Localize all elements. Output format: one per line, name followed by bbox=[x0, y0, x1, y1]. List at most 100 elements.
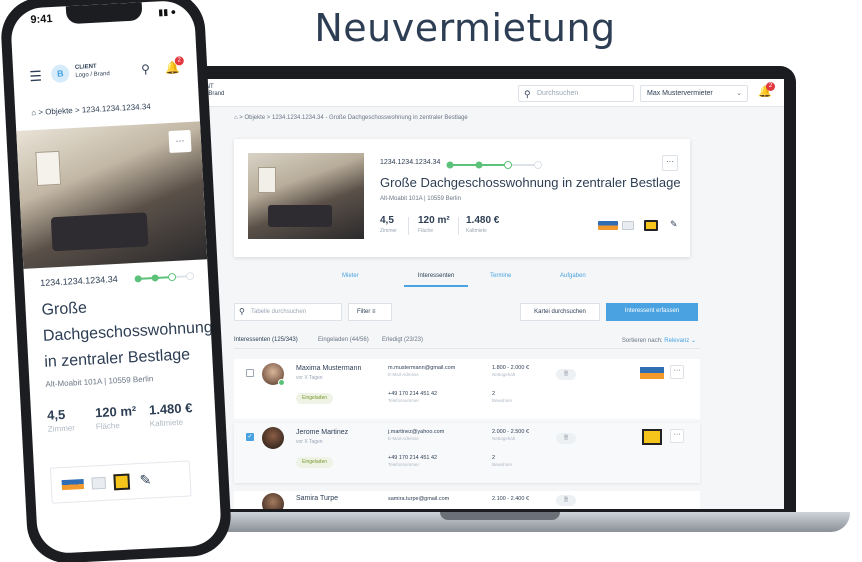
row-phone-label: Telefonnummer bbox=[388, 398, 420, 403]
kpi-rent-label: Kaltmiete bbox=[149, 417, 184, 429]
search-input[interactable]: ⚲ Durchsuchen bbox=[518, 85, 634, 102]
headline: Neuvermietung bbox=[314, 6, 616, 50]
tab-aufgaben[interactable]: Aufgaben bbox=[560, 271, 586, 287]
hamburger-menu-icon[interactable]: ☰ bbox=[29, 68, 42, 86]
photo-sofa bbox=[50, 212, 149, 252]
kpi-area: 120 m² Fläche bbox=[418, 215, 450, 234]
filter-label: Filter bbox=[357, 309, 371, 315]
phone-screen: 9:41 ▮▮ ● ☰ B CLIENT Logo / Brand ⚲ 🔔 2 … bbox=[9, 0, 223, 555]
document-icon[interactable]: 🗎 bbox=[556, 495, 576, 506]
sort-value: Relevanz bbox=[664, 338, 690, 344]
row-email: samira.turpe@gmail.com bbox=[388, 496, 449, 502]
row-phone-label: Telefonnummer bbox=[388, 462, 420, 467]
property-photo[interactable] bbox=[248, 153, 364, 239]
pencil-icon[interactable]: ✎ bbox=[670, 219, 678, 230]
row-income-value: 2.100 - 2.400 € bbox=[492, 496, 530, 502]
client-brand: CLIENT Logo / Brand bbox=[75, 62, 110, 80]
row-checkbox[interactable]: ✓ bbox=[246, 433, 254, 441]
search-icon: ⚲ bbox=[524, 89, 531, 99]
kpi-rent-value: 1.480 € bbox=[466, 215, 500, 226]
list-subtabs: Interessenten (125/343) Eingeladen (44/5… bbox=[234, 337, 700, 349]
subtab-erledigt[interactable]: Erledigt (23/23) bbox=[382, 337, 423, 343]
row-persons-label: Bewohner bbox=[492, 398, 513, 403]
document-icon[interactable]: 🗎 bbox=[556, 433, 576, 444]
row-name: Jerome Martinez bbox=[296, 429, 349, 436]
subtab-eingeladen[interactable]: Eingeladen (44/56) bbox=[318, 337, 369, 343]
search-icon[interactable]: ⚲ bbox=[141, 62, 151, 76]
pencil-icon[interactable]: ✎ bbox=[139, 471, 152, 489]
table-row[interactable]: Samira Turpe samira.turpe@gmail.com 2.10… bbox=[234, 491, 700, 509]
brand-logo[interactable]: B bbox=[50, 64, 70, 84]
progress-step-4 bbox=[186, 272, 195, 281]
photo-sofa bbox=[268, 205, 332, 227]
row-income: 2.000 - 2.500 € Nettogehalt bbox=[492, 429, 529, 441]
breadcrumb[interactable]: ⌂ > Objekte > 1234.1234.1234.34 bbox=[31, 102, 151, 117]
avatar bbox=[262, 493, 284, 509]
row-email-value: samira.turpe@gmail.com bbox=[388, 496, 450, 502]
progress-stepper bbox=[134, 272, 195, 283]
client-line-2: Logo / Brand bbox=[75, 71, 110, 79]
add-interessent-button[interactable]: Interessent erfassen bbox=[606, 303, 698, 321]
kpi-area-value: 120 m² bbox=[418, 215, 450, 226]
row-email-value: m.mustermann@gmail.com bbox=[388, 365, 456, 371]
row-phone: +49 170 214 451 42 Telefonnummer bbox=[388, 455, 437, 467]
chevron-down-icon: ⌄ bbox=[690, 338, 696, 344]
property-card: 1234.1234.1234.34 Große Dachgeschosswohn… bbox=[234, 139, 690, 257]
row-income: 2.100 - 2.400 € bbox=[492, 496, 529, 502]
immowelt-logo bbox=[644, 220, 658, 231]
progress-stepper bbox=[446, 161, 542, 169]
section-tabs: Mieter Interessenten Termine Aufgaben bbox=[234, 271, 690, 287]
breadcrumb[interactable]: ⌂ > Objekte > 1234.1234.1234.34 - Große … bbox=[234, 115, 468, 121]
laptop-hinge bbox=[440, 512, 560, 520]
phone-frame: 9:41 ▮▮ ● ☰ B CLIENT Logo / Brand ⚲ 🔔 2 … bbox=[0, 0, 233, 562]
table-search-input[interactable]: ⚲ Tabelle durchsuchen bbox=[234, 303, 342, 321]
filter-button[interactable]: Filter ≡ bbox=[348, 303, 392, 321]
search-icon: ⚲ bbox=[239, 307, 245, 316]
status-time: 9:41 bbox=[30, 12, 53, 27]
row-persons-label: Bewohner bbox=[492, 462, 513, 467]
tab-interessenten[interactable]: Interessenten bbox=[404, 271, 468, 287]
immoscout-logo bbox=[640, 367, 664, 379]
immoscout-logo bbox=[61, 478, 85, 491]
table-row[interactable]: ✓ Jerome Martinez vor X Tagen Eingeladen… bbox=[234, 423, 700, 483]
more-dots-icon[interactable]: ··· bbox=[662, 155, 678, 171]
row-phone: +49 170 214 451 42 Telefonnummer bbox=[388, 391, 437, 403]
progress-step-4 bbox=[534, 161, 542, 169]
row-email: j.martinez@yahoo.com E-Mail-Adresse bbox=[388, 429, 444, 441]
notification-badge: 2 bbox=[766, 82, 775, 91]
tab-mieter[interactable]: Mieter bbox=[342, 271, 359, 287]
list-toolbar: ⚲ Tabelle durchsuchen Filter ≡ Kartei du… bbox=[234, 303, 700, 323]
notification-badge: 2 bbox=[174, 56, 185, 66]
user-select[interactable]: Max Mustervermieter ⌄ bbox=[640, 85, 748, 102]
immowelt-logo bbox=[113, 473, 131, 491]
kpi-rooms-label: Zimmer bbox=[380, 228, 397, 234]
table-row[interactable]: Maxima Mustermann vor X Tagen Eingeladen… bbox=[234, 359, 700, 419]
signal-wifi-icon: ▮▮ ● bbox=[157, 6, 177, 18]
laptop-screen: IENT o / Brand ⚲ Durchsuchen Max Musterv… bbox=[196, 79, 784, 509]
more-dots-icon[interactable]: ··· bbox=[670, 365, 684, 379]
kartei-button[interactable]: Kartei durchsuchen bbox=[520, 303, 600, 321]
kpi-rent: 1.480 € Kaltmiete bbox=[466, 215, 499, 234]
sort-control[interactable]: Sortieren nach: Relevanz ⌄ bbox=[622, 337, 696, 344]
tab-termine[interactable]: Termine bbox=[490, 271, 511, 287]
subtab-interessenten[interactable]: Interessenten (125/343) bbox=[234, 337, 298, 343]
more-dots-icon[interactable]: ··· bbox=[168, 129, 192, 154]
photo-window bbox=[35, 150, 62, 187]
row-since: vor X Tagen bbox=[296, 375, 323, 381]
kpi-divider bbox=[408, 217, 409, 235]
document-icon[interactable]: 🗎 bbox=[556, 369, 576, 380]
row-email-label: E-Mail-Adresse bbox=[388, 372, 419, 377]
top-bar: IENT o / Brand ⚲ Durchsuchen Max Musterv… bbox=[196, 79, 784, 107]
row-persons: 2 Bewohner bbox=[492, 391, 512, 403]
kpi-rooms: 4,5 Zimmer bbox=[46, 406, 75, 434]
progress-step-2 bbox=[151, 274, 159, 282]
status-badge: Eingeladen bbox=[296, 393, 334, 404]
property-title: Große Dachgeschosswohnung in zentraler B… bbox=[41, 299, 214, 371]
kpi-rooms-value: 4,5 bbox=[46, 406, 66, 423]
more-dots-icon[interactable]: ··· bbox=[670, 429, 684, 443]
property-address: Alt-Moabit 101A | 10559 Berlin bbox=[380, 196, 461, 202]
portal-logos: ✎ bbox=[49, 460, 192, 504]
row-checkbox[interactable] bbox=[246, 369, 254, 377]
chevron-down-icon: ⌄ bbox=[736, 90, 742, 97]
progress-step-3 bbox=[504, 161, 512, 169]
